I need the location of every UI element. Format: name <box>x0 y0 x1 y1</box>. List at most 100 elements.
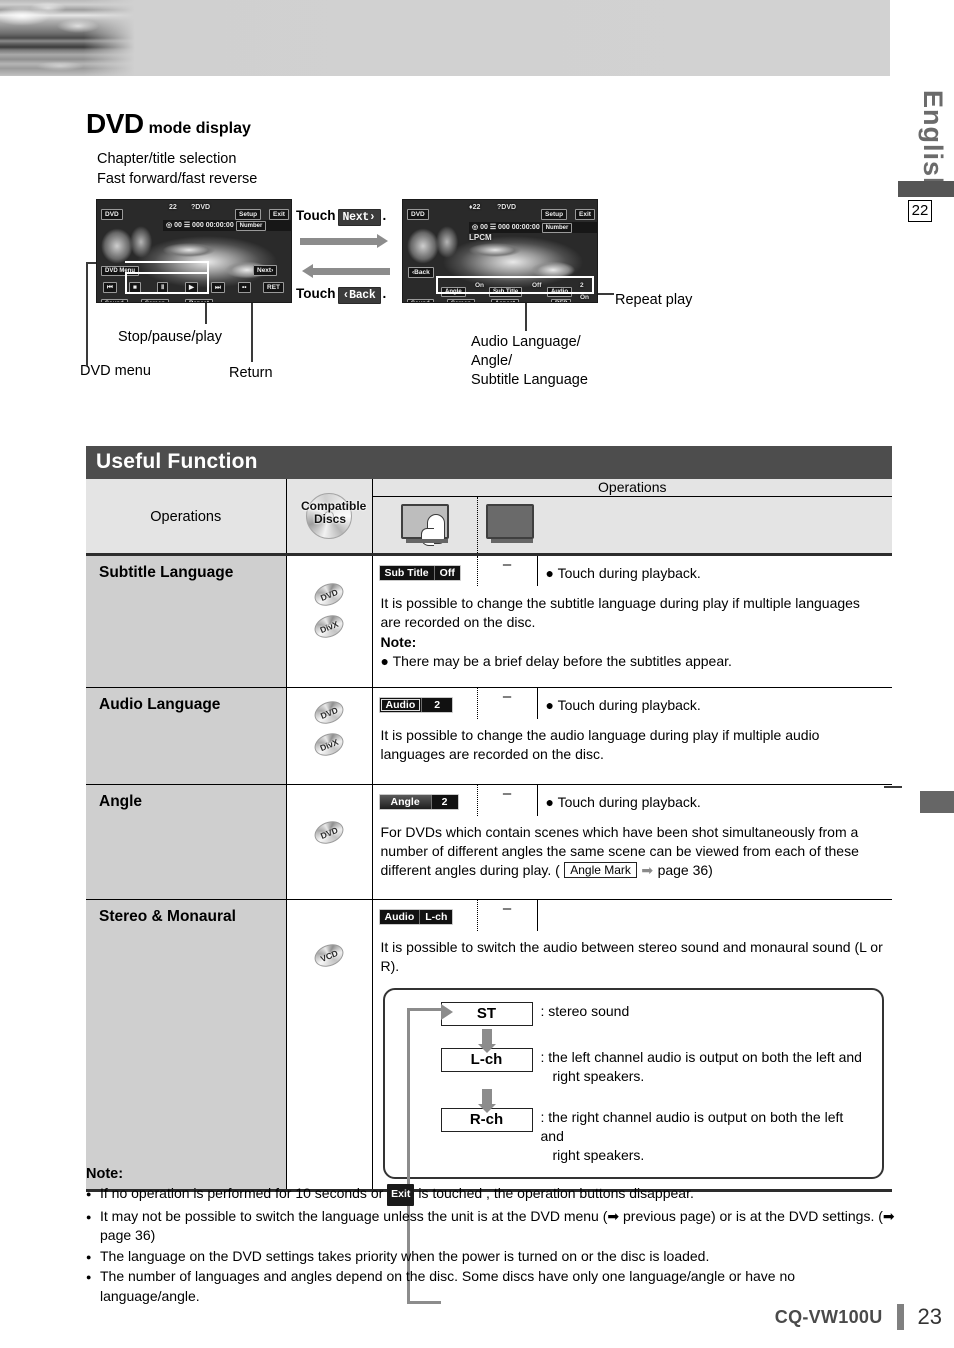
touch-monitor-icon <box>400 504 449 547</box>
lcd-return-button[interactable]: RET <box>263 282 284 293</box>
lcd-screen-basic-controls[interactable]: DVD 22 ?DVD Setup Exit ◎ 00 ☰ 000 00:00:… <box>96 199 292 303</box>
row-angle-ref-page: page 36) <box>657 861 713 878</box>
channel-desc-st-line1: : stereo sound <box>540 1002 630 1019</box>
lcd-source-button-right[interactable]: DVD <box>407 209 429 220</box>
channel-desc-rch-line2: right speakers. <box>552 1146 645 1163</box>
channel-desc-st: : stereo sound <box>541 1002 630 1021</box>
model-name: CQ-VW100U <box>774 1306 883 1327</box>
language-tab: English <box>918 90 948 195</box>
disc-label-divx: DivX <box>318 618 340 635</box>
dvd-disc-icon: DVD <box>311 579 347 610</box>
lcd-disc-type-left: ?DVD <box>191 204 211 211</box>
compatible-discs-icon: Compatible Discs <box>301 493 366 539</box>
lcd-screen-extended-controls[interactable]: DVD ♦22 ?DVD Setup Exit ◎ 00 ☰ 000 00:00… <box>402 199 598 303</box>
lcd-aspect-button-right[interactable]: Aspect <box>491 299 520 302</box>
lcd-repeat-button-left[interactable]: Repeat <box>185 299 214 302</box>
lcd-screen-button-left[interactable]: Screen <box>141 299 170 302</box>
channel-desc-lch-line2: right speakers. <box>552 1067 645 1084</box>
row-subtitle-action-text: ● Touch during playback. <box>545 565 701 581</box>
subtitle-language-ui-button[interactable]: Sub Title Off <box>378 565 461 581</box>
lcd-disc-type-right: ?DVD <box>497 204 517 211</box>
angle-mark-reference[interactable]: Angle Mark <box>564 861 637 878</box>
lcd-title-value-left: 000 <box>192 222 204 229</box>
lcd-source-button-left[interactable]: DVD <box>101 209 123 220</box>
disc-label-dvd: DVD <box>318 824 340 841</box>
banner-seascape-image <box>0 0 135 76</box>
lcd-chapter-icon-right: ◎ <box>472 224 479 231</box>
highlight-audio-angle-subtitle <box>436 276 594 294</box>
compatible-line1: Compatible <box>301 499 367 513</box>
angle-ui-button[interactable]: Angle 2 <box>378 794 459 810</box>
reference-arrow-icon: ➡ <box>641 861 654 878</box>
highlight-line-chapter-vertical <box>207 261 209 273</box>
row-angle-action-cell: ● Touch during playback. <box>536 784 893 816</box>
row-audio-action-text: ● Touch during playback. <box>545 697 701 713</box>
table-row: Audio Language DVD DivX Audio 2 – ● Touch… <box>86 687 893 785</box>
lcd-setup-button-left[interactable]: Setup <box>235 209 262 220</box>
row-name-angle: Angle <box>99 793 143 810</box>
lcd-repeat-indicator[interactable]: REP <box>551 299 572 302</box>
callout-chapter-title-selection: Chapter/title selection <box>97 151 237 167</box>
diagram-arrow-lch-to-rch <box>477 1088 496 1113</box>
row-stereo-monaural-label-cell: Stereo & Monaural <box>86 899 286 1190</box>
vcd-disc-icon: VCD <box>311 940 347 971</box>
channel-desc-rch-line1: : the right channel audio is output on b… <box>540 1108 844 1144</box>
back-keycap[interactable]: ‹Back <box>337 287 381 304</box>
row-subtitle-note-text: ● There may be a brief delay before the … <box>380 652 732 669</box>
lcd-setup-button-right[interactable]: Setup <box>541 209 568 220</box>
row-subtitle-desc: It is possible to change the subtitle la… <box>380 594 860 630</box>
row-subtitle-desc-cell: It is possible to change the subtitle la… <box>371 585 893 688</box>
lcd-exit-button-right[interactable]: Exit <box>575 209 595 220</box>
leader-dvd-menu <box>86 262 88 366</box>
useful-function-table: Operations Compatible Discs Operations S… <box>86 479 893 1304</box>
lcd-back-button[interactable]: ‹Back <box>408 267 434 278</box>
touch-word-back: Touch <box>296 286 336 301</box>
channel-mode-diagram: ST : stereo sound L-ch : the left channe… <box>382 987 885 1304</box>
lcd-number-button-left[interactable]: Number <box>235 221 267 231</box>
lcd-exit-button-left[interactable]: Exit <box>269 209 289 220</box>
lcd-title-icon: ☰ <box>183 222 191 229</box>
page-title-sub: mode display <box>148 120 251 137</box>
callout-fast-forward-reverse: Fast forward/fast reverse <box>97 171 258 187</box>
row-subtitle-dash: – <box>476 554 537 586</box>
lcd-number-button-right[interactable]: Number <box>541 223 573 233</box>
row-subtitle-note-label: Note: <box>380 633 417 650</box>
note-1-post: is touched , the operation buttons disap… <box>414 1185 694 1201</box>
channel-desc-rch: : the right channel audio is output on b… <box>541 1108 871 1165</box>
touch-word-next: Touch <box>296 208 336 223</box>
lcd-chapter-icon: ◎ <box>166 222 173 229</box>
notes-heading: Note: <box>86 1166 124 1182</box>
lcd-next-track-button[interactable]: ⏭ <box>211 282 225 293</box>
page-number: 23 <box>917 1304 942 1329</box>
header-touch-icon-cell <box>371 496 477 555</box>
lcd-screen-button-right[interactable]: Screen <box>447 299 476 302</box>
lcd-sound-button-right[interactable]: Sound <box>407 299 434 302</box>
stereo-monaural-ui-button[interactable]: Audio L-ch <box>378 909 454 925</box>
table-row: Subtitle Language DVD DivX Sub Title Off … <box>86 554 893 688</box>
margin-bar-top <box>898 181 954 197</box>
lcd-next-button-left[interactable]: Next› <box>253 265 278 276</box>
lcd-angle-toggle-button[interactable]: •• <box>238 282 251 293</box>
touch-back-instruction: Touch ‹Back. <box>296 286 386 304</box>
lcd-title-icon-right: ☰ <box>489 224 497 231</box>
compatible-discs-text: Compatible Discs <box>301 500 366 526</box>
callout-repeat-play: Repeat play <box>615 292 693 308</box>
touch-next-instruction: Touch Next›. <box>296 208 386 226</box>
note-item: The number of languages and angles depen… <box>86 1267 896 1306</box>
diagram-arrow-st-to-lch <box>477 1028 496 1053</box>
arrow-left <box>302 264 390 278</box>
lcd-time-right: 00:00:00 <box>511 224 540 231</box>
row-angle-discs-cell: DVD <box>285 784 372 900</box>
lcd-sound-button-left[interactable]: Sound <box>101 299 128 302</box>
table-row: Stereo & Monaural VCD Audio L-ch – <box>86 899 893 1190</box>
header-compatible-discs-cell: Compatible Discs <box>285 479 372 555</box>
row-name-audio-language: Audio Language <box>99 696 221 713</box>
exit-key-icon[interactable]: Exit <box>387 1184 415 1206</box>
note-4-text: The number of languages and angles depen… <box>100 1268 796 1304</box>
header-operations-label: Operations <box>150 509 222 525</box>
callout-audio-language: Audio Language/ <box>471 334 581 350</box>
audio-language-ui-button[interactable]: Audio 2 <box>378 697 454 713</box>
lcd-disc-number-left: 22 <box>169 204 177 211</box>
next-keycap[interactable]: Next› <box>337 209 381 226</box>
highlight-line-chapter <box>125 261 209 263</box>
